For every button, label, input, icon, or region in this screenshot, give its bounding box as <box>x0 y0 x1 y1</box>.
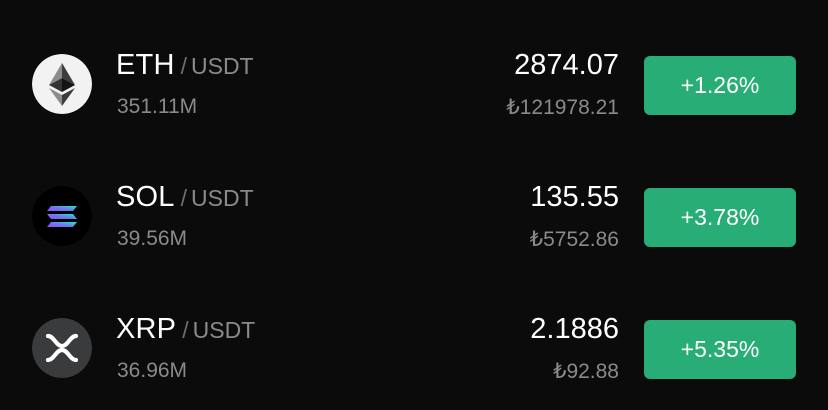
quote-symbol: USDT <box>191 185 254 211</box>
quote-symbol: USDT <box>192 317 256 343</box>
last-price: 135.55 <box>530 181 619 213</box>
market-list: ETH / USDT 351.11M 2874.07 ₺121978.21 +1.2… <box>0 0 828 410</box>
last-price: 2874.07 <box>514 49 619 81</box>
fiat-price: ₺121978.21 <box>506 96 619 119</box>
market-row-sol[interactable]: SOL / USDT 39.56M 135.55 ₺5752.86 +3.78% <box>0 151 828 283</box>
solana-icon <box>32 186 92 246</box>
pair-separator: / <box>182 317 189 343</box>
pair-separator: / <box>180 53 187 79</box>
market-row-xrp[interactable]: XRP / USDT 36.96M 2.1886 ₺92.88 +5.35% <box>0 283 828 410</box>
base-symbol: SOL <box>116 181 175 213</box>
trading-pair: ETH / USDT <box>116 49 254 83</box>
pair-separator: / <box>180 185 188 211</box>
ethereum-icon <box>32 54 92 114</box>
xrp-icon <box>32 318 92 378</box>
trading-pair: XRP / USDT <box>116 313 255 347</box>
last-price: 2.1886 <box>530 313 619 345</box>
fiat-price: ₺5752.86 <box>529 228 619 251</box>
market-row-eth[interactable]: ETH / USDT 351.11M 2874.07 ₺121978.21 +1.2… <box>0 19 828 151</box>
volume-24h: 351.11M <box>117 95 198 118</box>
fiat-price: ₺92.88 <box>553 360 619 383</box>
volume-24h: 39.56M <box>117 227 188 250</box>
base-symbol: XRP <box>116 313 177 345</box>
change-badge[interactable]: +5.35% <box>644 320 796 379</box>
base-symbol: ETH <box>116 49 175 81</box>
volume-24h: 36.96M <box>117 359 188 382</box>
change-badge[interactable]: +1.26% <box>644 56 796 115</box>
trading-pair: SOL / USDT <box>116 181 254 215</box>
change-badge[interactable]: +3.78% <box>644 188 796 247</box>
quote-symbol: USDT <box>191 53 254 79</box>
